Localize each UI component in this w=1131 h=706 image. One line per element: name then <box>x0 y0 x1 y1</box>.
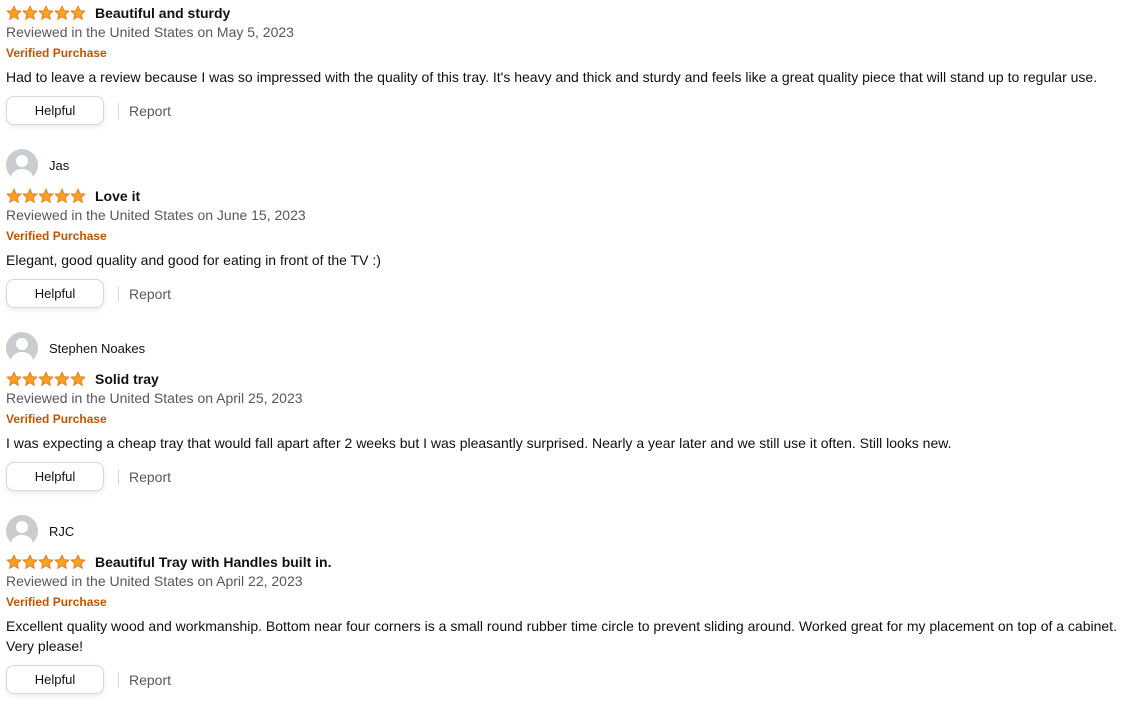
star-icon <box>54 188 70 204</box>
reviewer-profile[interactable]: RJC <box>6 515 74 547</box>
review-actions: Helpful Report <box>6 95 171 126</box>
star-icon <box>6 5 22 21</box>
review-title-row: Solid tray <box>6 369 159 389</box>
star-icon <box>22 554 38 570</box>
review-body: Had to leave a review because I was so i… <box>6 69 1098 85</box>
star-icon <box>22 371 38 387</box>
avatar <box>6 515 38 547</box>
star-rating[interactable] <box>6 371 86 387</box>
star-icon <box>6 188 22 204</box>
action-divider <box>118 285 119 302</box>
reviewer-profile[interactable]: Stephen Noakes <box>6 332 145 364</box>
star-rating[interactable] <box>6 5 86 21</box>
star-icon <box>54 554 70 570</box>
review-title[interactable]: Beautiful and sturdy <box>95 5 230 21</box>
star-icon <box>6 554 22 570</box>
reviewer-name: Jas <box>49 157 70 173</box>
review-body: Excellent quality wood and workmanship. … <box>6 618 1117 654</box>
star-icon <box>54 5 70 21</box>
helpful-button[interactable]: Helpful <box>6 279 104 308</box>
verified-purchase-badge: Verified Purchase <box>6 412 107 426</box>
reviewer-name: RJC <box>49 523 75 539</box>
reviewer-name: Stephen Noakes <box>49 340 146 356</box>
helpful-button[interactable]: Helpful <box>6 462 104 491</box>
helpful-button[interactable]: Helpful <box>6 96 104 125</box>
review-date: Reviewed in the United States on April 2… <box>6 390 303 406</box>
report-link[interactable]: Report <box>129 672 171 688</box>
verified-purchase-badge: Verified Purchase <box>6 229 107 243</box>
review-body: I was expecting a cheap tray that would … <box>6 435 952 451</box>
star-rating[interactable] <box>6 188 86 204</box>
review-actions: Helpful Report <box>6 278 171 309</box>
review-body: Elegant, good quality and good for eatin… <box>6 252 381 268</box>
star-icon <box>38 371 54 387</box>
star-icon <box>22 5 38 21</box>
review-date: Reviewed in the United States on April 2… <box>6 573 303 589</box>
star-icon <box>70 188 86 204</box>
report-link[interactable]: Report <box>129 469 171 485</box>
avatar <box>6 332 38 364</box>
review-actions: Helpful Report <box>6 664 171 695</box>
star-rating[interactable] <box>6 554 86 570</box>
review-title-row: Beautiful Tray with Handles built in. <box>6 552 331 572</box>
review-title[interactable]: Solid tray <box>95 371 159 387</box>
star-icon <box>38 554 54 570</box>
reviewer-profile[interactable]: Jas <box>6 149 69 181</box>
avatar <box>6 149 38 181</box>
action-divider <box>118 468 119 485</box>
review-title[interactable]: Love it <box>95 188 140 204</box>
report-link[interactable]: Report <box>129 286 171 302</box>
review-title-row: Beautiful and sturdy <box>6 3 230 23</box>
star-icon <box>70 5 86 21</box>
star-icon <box>38 5 54 21</box>
review-date: Reviewed in the United States on June 15… <box>6 207 306 223</box>
review-title[interactable]: Beautiful Tray with Handles built in. <box>95 554 331 570</box>
star-icon <box>6 371 22 387</box>
review-actions: Helpful Report <box>6 461 171 492</box>
star-icon <box>22 188 38 204</box>
action-divider <box>118 671 119 688</box>
verified-purchase-badge: Verified Purchase <box>6 46 107 60</box>
report-link[interactable]: Report <box>129 103 171 119</box>
review-title-row: Love it <box>6 186 140 206</box>
star-icon <box>38 188 54 204</box>
star-icon <box>70 554 86 570</box>
star-icon <box>70 371 86 387</box>
star-icon <box>54 371 70 387</box>
helpful-button[interactable]: Helpful <box>6 665 104 694</box>
action-divider <box>118 102 119 119</box>
review-date: Reviewed in the United States on May 5, … <box>6 24 294 40</box>
verified-purchase-badge: Verified Purchase <box>6 595 107 609</box>
